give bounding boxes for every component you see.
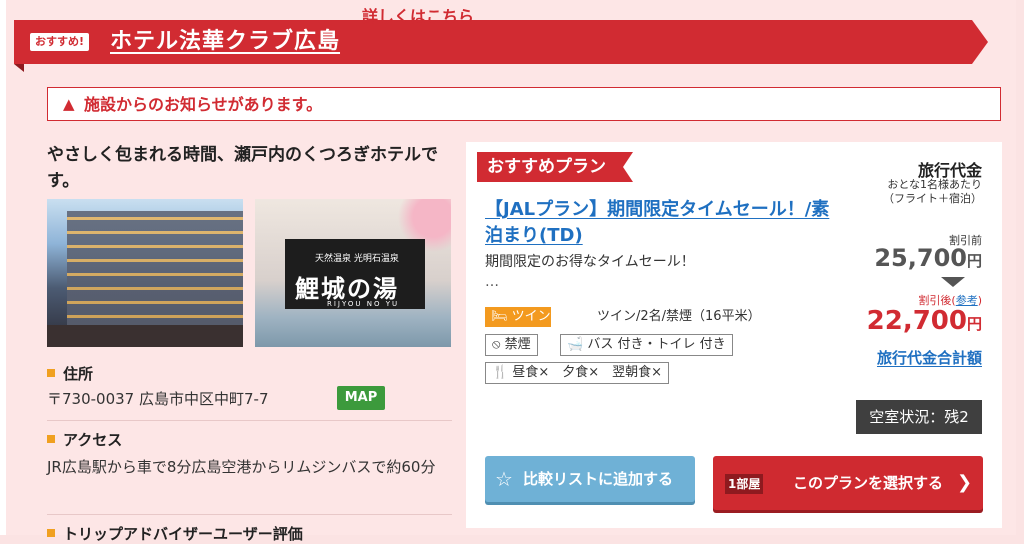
bullet-square-icon <box>47 529 55 537</box>
price-subtext: おとな1名様あたり （フライト＋宿泊） <box>883 178 982 205</box>
non-smoking-chip: ⦸ 禁煙 <box>485 334 538 356</box>
bed-icon: 🛏 <box>491 309 508 324</box>
bath-icon: 🛁 <box>567 337 584 352</box>
divider <box>47 420 452 421</box>
address-value: 〒730-0037 広島市中区中町7-7 <box>47 390 269 408</box>
recommend-badge: おすすめ! <box>30 33 90 51</box>
hotel-name-link[interactable]: ホテル法華クラブ広島 <box>110 28 340 56</box>
hotel-exterior-photo[interactable] <box>47 199 243 347</box>
access-value: JR広島駅から車で8分広島空港からリムジンバスで約60分 <box>47 458 436 476</box>
select-plan-button[interactable]: 1部屋 このプランを選択する ❯ <box>713 456 983 510</box>
cutlery-icon: 🍴 <box>492 365 509 380</box>
map-button[interactable]: MAP <box>337 386 385 410</box>
total-price-link[interactable]: 旅行代金合計額 <box>850 347 982 368</box>
room-spec: ツイン/2名/禁煙（16平米） <box>597 309 761 324</box>
tripadvisor-heading: トリップアドバイザーユーザー評価 <box>47 524 303 544</box>
bath-caption-roman: RIJYOU NO YU <box>327 300 400 308</box>
chevron-right-icon: ❯ <box>957 472 973 493</box>
banner-fold-shape <box>14 64 24 72</box>
plan-tag-notch <box>623 152 633 182</box>
hotel-catchcopy: やさしく包まれる時間、瀬戸内のくつろぎホテルです。 <box>47 145 438 191</box>
vacancy-status: 空室状況：残2 <box>856 400 982 434</box>
add-to-compare-button[interactable]: ☆ 比較リストに追加する <box>485 456 695 502</box>
select-button-label: このプランを選択する <box>793 474 944 492</box>
star-icon: ☆ <box>495 467 513 491</box>
divider <box>47 514 452 515</box>
hotel-bath-photo[interactable]: 天然温泉 光明石温泉 鯉城の湯 RIJYOU NO YU <box>255 199 451 347</box>
room-type-badge: 🛏 ツイン <box>485 307 551 327</box>
no-smoking-icon: ⦸ <box>492 337 501 352</box>
price-after: 22,700円 <box>866 306 982 336</box>
meals-chip: 🍴 昼食× 夕食× 翌朝食× <box>485 362 670 384</box>
bullet-square-icon <box>47 435 55 443</box>
warning-icon: ▲ <box>63 95 75 113</box>
plan-title-link[interactable]: 【JALプラン】期間限定タイムセール！/素泊まり(TD) <box>485 197 845 249</box>
bath-caption-small: 天然温泉 光明石温泉 <box>315 254 399 264</box>
bath-toilet-chip: 🛁 バス 付き・トイレ 付き <box>560 334 733 356</box>
address-heading: 住所 <box>47 364 93 384</box>
plan-ellipsis: … <box>485 274 499 290</box>
price-down-arrow-icon <box>941 277 965 287</box>
bullet-square-icon <box>47 369 55 377</box>
facility-notice: ▲ 施設からのお知らせがあります。 <box>47 87 1001 121</box>
building-facade <box>67 211 243 341</box>
ground-shape <box>47 325 243 347</box>
plan-description: 期間限定のお得なタイムセール！ <box>485 254 695 270</box>
price-before: 25,700円 <box>874 244 982 272</box>
banner-arrow-shape <box>972 20 988 64</box>
notice-details-link[interactable]: 詳しくはこちら <box>362 7 474 27</box>
compare-button-label: 比較リストに追加する <box>523 470 674 488</box>
rooms-badge: 1部屋 <box>725 474 764 494</box>
bath-caption-main: 鯉城の湯 <box>295 274 399 303</box>
access-heading: アクセス <box>47 430 122 450</box>
recommended-plan-tag: おすすめプラン <box>477 152 623 182</box>
notice-text: 施設からのお知らせがあります。 <box>84 95 323 114</box>
